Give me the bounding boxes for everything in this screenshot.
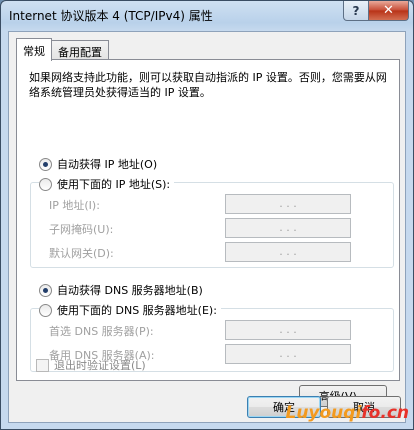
tab-alternate-config[interactable]: 备用配置 bbox=[51, 40, 109, 60]
window-title: Internet 协议版本 4 (TCP/IPv4) 属性 bbox=[9, 9, 213, 23]
preferred-dns-field[interactable]: . . . bbox=[225, 320, 351, 340]
ip-address-row: IP 地址(I): . . . bbox=[39, 194, 379, 214]
help-button[interactable]: ? bbox=[343, 1, 369, 21]
dialog-body: 常规 备用配置 如果网络支持此功能，则可以获取自动指派的 IP 设置。否则，您需… bbox=[8, 31, 406, 423]
close-icon: ✕ bbox=[383, 3, 394, 18]
title-bar[interactable]: Internet 协议版本 4 (TCP/IPv4) 属性 ? ✕ bbox=[1, 1, 413, 31]
tab-general[interactable]: 常规 bbox=[16, 38, 52, 61]
validate-on-exit-checkbox[interactable] bbox=[36, 358, 49, 372]
manual-dns-radio[interactable] bbox=[39, 303, 52, 317]
validate-on-exit-option[interactable]: 退出时验证设置(L) bbox=[36, 357, 146, 373]
manual-ip-option[interactable]: 使用下面的 IP 地址(S): bbox=[39, 176, 175, 192]
auto-dns-option[interactable]: 自动获得 DNS 服务器地址(B) bbox=[39, 282, 203, 298]
subnet-mask-row: 子网掩码(U): . . . bbox=[39, 218, 379, 238]
default-gateway-value: . . . bbox=[279, 245, 297, 258]
manual-ip-radio[interactable] bbox=[39, 177, 52, 191]
default-gateway-label: 默认网关(D): bbox=[49, 247, 114, 260]
auto-ip-radio[interactable] bbox=[39, 157, 52, 171]
watermark-part-a: Luyouqi bbox=[285, 403, 362, 423]
manual-dns-label: 使用下面的 DNS 服务器地址(E): bbox=[57, 304, 217, 317]
ip-address-field[interactable]: . . . bbox=[225, 194, 351, 214]
preferred-dns-value: . . . bbox=[279, 323, 297, 336]
dialog-window: Internet 协议版本 4 (TCP/IPv4) 属性 ? ✕ 常规 备用配… bbox=[0, 0, 414, 430]
alternate-dns-value: . . . bbox=[279, 347, 297, 360]
general-tab-panel: 如果网络支持此功能，则可以获取自动指派的 IP 设置。否则，您需要从网络系统管理… bbox=[16, 59, 400, 381]
description-text: 如果网络支持此功能，则可以获取自动指派的 IP 设置。否则，您需要从网络系统管理… bbox=[29, 71, 387, 99]
ip-address-value: . . . bbox=[279, 197, 297, 210]
default-gateway-row: 默认网关(D): . . . bbox=[39, 242, 379, 262]
ip-address-label: IP 地址(I): bbox=[49, 199, 100, 212]
manual-ip-label: 使用下面的 IP 地址(S): bbox=[57, 178, 171, 191]
subnet-mask-field[interactable]: . . . bbox=[225, 218, 351, 238]
alternate-dns-field[interactable]: . . . bbox=[225, 344, 351, 364]
tab-strip: 常规 备用配置 bbox=[16, 38, 109, 61]
auto-dns-label: 自动获得 DNS 服务器地址(B) bbox=[57, 284, 203, 297]
watermark-part-b: fo.cn bbox=[361, 403, 409, 423]
subnet-mask-value: . . . bbox=[279, 221, 297, 234]
auto-ip-option[interactable]: 自动获得 IP 地址(O) bbox=[39, 156, 157, 172]
validate-on-exit-label: 退出时验证设置(L) bbox=[54, 359, 146, 372]
preferred-dns-label: 首选 DNS 服务器(P): bbox=[49, 325, 154, 338]
auto-dns-radio[interactable] bbox=[39, 283, 52, 297]
manual-dns-option[interactable]: 使用下面的 DNS 服务器地址(E): bbox=[39, 302, 221, 318]
question-icon: ? bbox=[352, 3, 360, 18]
close-button[interactable]: ✕ bbox=[368, 1, 409, 21]
watermark-logo: Luyouqifo.cn bbox=[285, 403, 409, 423]
preferred-dns-row: 首选 DNS 服务器(P): . . . bbox=[39, 320, 379, 340]
auto-ip-label: 自动获得 IP 地址(O) bbox=[57, 158, 158, 171]
default-gateway-field[interactable]: . . . bbox=[225, 242, 351, 262]
subnet-mask-label: 子网掩码(U): bbox=[49, 223, 114, 236]
